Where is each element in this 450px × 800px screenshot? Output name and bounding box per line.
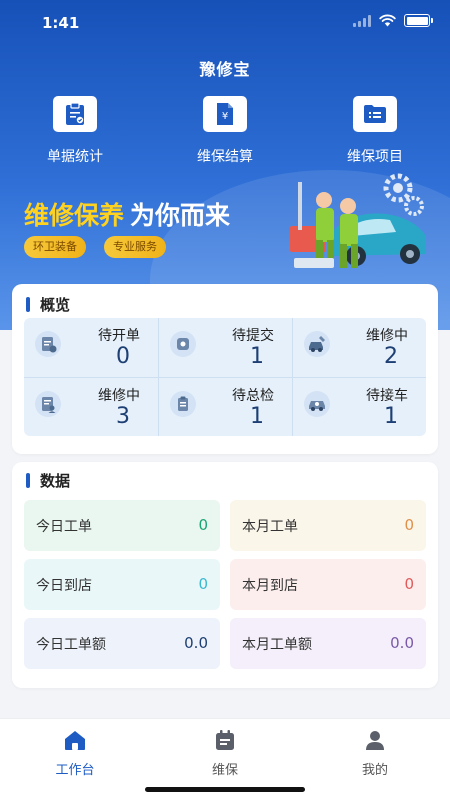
overview-value: 3 bbox=[116, 404, 130, 429]
tab-workbench[interactable]: 工作台 bbox=[25, 727, 125, 778]
battery-icon bbox=[404, 14, 433, 27]
overview-item-repairing[interactable]: 维修中 2 bbox=[292, 318, 426, 377]
data-today-orders[interactable]: 今日工单 0 bbox=[24, 500, 220, 551]
person-icon bbox=[325, 727, 425, 753]
quick-action-settlement[interactable]: ¥ 维保结算 bbox=[170, 96, 280, 166]
folder-list-icon bbox=[353, 96, 397, 132]
data-value: 0 bbox=[198, 575, 208, 593]
data-today-amount[interactable]: 今日工单额 0.0 bbox=[24, 618, 220, 669]
data-label: 本月到店 bbox=[242, 578, 298, 594]
overview-item-pending-submit[interactable]: 待提交 1 bbox=[158, 318, 292, 377]
mechanics-car-illustration bbox=[290, 173, 426, 268]
wifi-icon bbox=[379, 14, 396, 27]
status-time: 1:41 bbox=[42, 14, 80, 32]
data-month-visits[interactable]: 本月到店 0 bbox=[230, 559, 426, 610]
car-repair-icon bbox=[303, 330, 331, 358]
overview-item-pending-order[interactable]: 待开单 0 bbox=[24, 318, 158, 377]
banner-headline-yellow: 维修保养 bbox=[24, 201, 125, 230]
banner-tag: 环卫装备 bbox=[24, 236, 86, 258]
data-value: 0 bbox=[198, 516, 208, 534]
overview-label: 维修中 bbox=[98, 388, 140, 404]
signal-icon bbox=[353, 14, 371, 27]
overview-value: 1 bbox=[250, 404, 264, 429]
data-label: 本月工单 bbox=[242, 519, 298, 535]
data-value: 0.0 bbox=[184, 634, 208, 652]
home-icon bbox=[25, 727, 125, 753]
yuan-document-icon: ¥ bbox=[203, 96, 247, 132]
overview-value: 1 bbox=[250, 344, 264, 369]
quick-action-label: 单据统计 bbox=[47, 149, 103, 165]
quick-action-projects[interactable]: 维保项目 bbox=[320, 96, 430, 166]
overview-item-pending-inspection[interactable]: 待总检 1 bbox=[158, 377, 292, 436]
overview-title: 概览 bbox=[26, 294, 70, 315]
overview-value: 2 bbox=[384, 344, 398, 369]
data-value: 0 bbox=[404, 575, 414, 593]
submit-icon bbox=[169, 330, 197, 358]
banner-headline-white: 为你而来 bbox=[130, 201, 231, 230]
app-title: 豫修宝 bbox=[199, 60, 251, 79]
overview-item-pending-pickup[interactable]: 待接车 1 bbox=[292, 377, 426, 436]
banner-headline: 维修保养 为你而来 bbox=[24, 196, 230, 232]
status-icons bbox=[353, 14, 433, 27]
car-pickup-icon bbox=[303, 390, 331, 418]
overview-label: 待开单 bbox=[98, 328, 140, 344]
quick-action-label: 维保项目 bbox=[347, 149, 403, 165]
data-value: 0.0 bbox=[390, 634, 414, 652]
overview-label: 维修中 bbox=[366, 328, 408, 344]
data-label: 今日工单额 bbox=[36, 637, 106, 653]
tab-label: 维保 bbox=[211, 763, 238, 778]
home-indicator bbox=[145, 787, 305, 792]
data-month-orders[interactable]: 本月工单 0 bbox=[230, 500, 426, 551]
overview-value: 1 bbox=[384, 404, 398, 429]
document-user-icon bbox=[34, 390, 62, 418]
clipboard-chart-icon bbox=[53, 96, 97, 132]
tab-mine[interactable]: 我的 bbox=[325, 727, 425, 778]
overview-value: 0 bbox=[116, 344, 130, 369]
overview-label: 待接车 bbox=[366, 388, 408, 404]
overview-item-repairing-2[interactable]: 维修中 3 bbox=[24, 377, 158, 436]
data-card: 数据 今日工单 0 本月工单 0 今日到店 0 本月到店 0 今日工单额 0.0… bbox=[12, 462, 438, 688]
tab-label: 工作台 bbox=[55, 763, 95, 778]
status-bar: 1:41 bbox=[0, 0, 450, 44]
checklist-icon bbox=[169, 390, 197, 418]
banner-tag: 专业服务 bbox=[104, 236, 166, 258]
data-label: 今日工单 bbox=[36, 519, 92, 535]
tab-label: 我的 bbox=[361, 763, 388, 778]
overview-grid: 待开单 0 待提交 1 维修中 2 维修中 3 待总检 1 待接车 1 bbox=[24, 318, 426, 436]
overview-label: 待总检 bbox=[232, 388, 274, 404]
overview-card: 概览 待开单 0 待提交 1 维修中 2 维修中 3 待总检 1 待接车 1 bbox=[12, 284, 438, 454]
quick-action-label: 维保结算 bbox=[197, 149, 253, 165]
data-today-visits[interactable]: 今日到店 0 bbox=[24, 559, 220, 610]
invoice-icon bbox=[34, 330, 62, 358]
quick-action-order-stats[interactable]: 单据统计 bbox=[20, 96, 130, 166]
calendar-icon bbox=[175, 727, 275, 753]
svg-text:¥: ¥ bbox=[222, 111, 228, 122]
overview-label: 待提交 bbox=[232, 328, 274, 344]
tab-maintenance[interactable]: 维保 bbox=[175, 727, 275, 778]
data-title: 数据 bbox=[26, 470, 70, 491]
data-label: 今日到店 bbox=[36, 578, 92, 594]
data-month-amount[interactable]: 本月工单额 0.0 bbox=[230, 618, 426, 669]
data-label: 本月工单额 bbox=[242, 637, 312, 653]
data-value: 0 bbox=[404, 516, 414, 534]
